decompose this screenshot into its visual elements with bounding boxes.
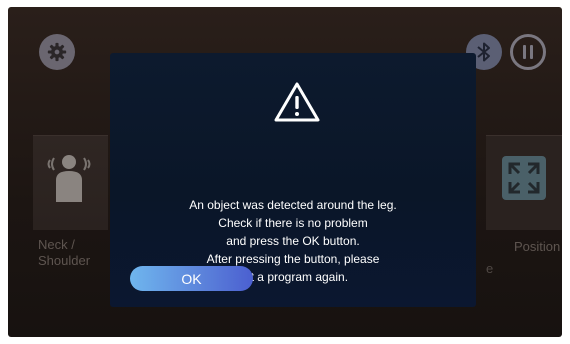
pause-button[interactable] bbox=[510, 34, 546, 70]
partial-label: e bbox=[486, 261, 494, 276]
gear-icon bbox=[47, 42, 67, 62]
pause-icon bbox=[523, 45, 533, 59]
ok-button[interactable]: OK bbox=[130, 266, 253, 291]
neck-shoulder-tile[interactable] bbox=[33, 135, 108, 230]
person-massage-icon bbox=[47, 155, 91, 202]
message-line: An object was detected around the leg. bbox=[189, 198, 397, 212]
bluetooth-icon bbox=[477, 42, 490, 62]
expand-arrows-icon bbox=[502, 156, 546, 200]
warning-triangle-icon bbox=[274, 82, 320, 122]
position-label: Position bbox=[514, 239, 561, 254]
neck-shoulder-label: Neck / Shoulder bbox=[38, 237, 91, 268]
settings-button[interactable] bbox=[39, 34, 75, 70]
message-line: Check if there is no problem bbox=[218, 216, 368, 230]
device-screen: Neck / Shoulder Position e An object was… bbox=[8, 7, 562, 337]
message-line: and press the OK button. bbox=[226, 234, 360, 248]
position-tile[interactable] bbox=[486, 135, 562, 230]
